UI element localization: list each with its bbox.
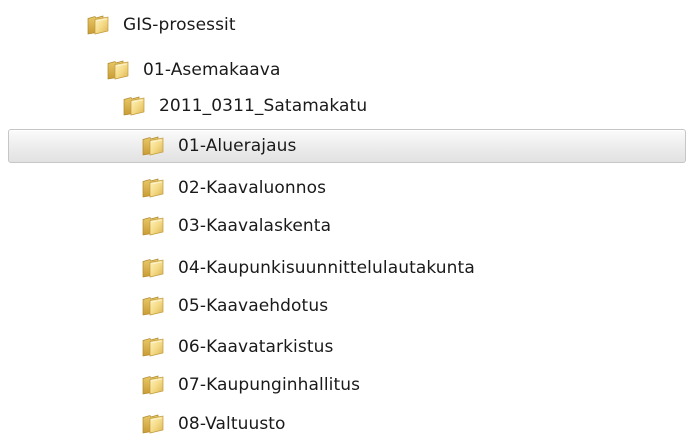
folder-icon: [141, 414, 165, 434]
folder-icon: [141, 216, 165, 236]
tree-item-label: 2011_0311_Satamakatu: [159, 96, 368, 116]
folder-icon: [141, 375, 165, 395]
folder-icon: [86, 15, 110, 35]
tree-item-08-valtuusto[interactable]: 08-Valtuusto: [141, 407, 286, 439]
folder-icon: [141, 337, 165, 357]
tree-item-label: 07-Kaupunginhallitus: [178, 375, 361, 395]
tree-item-06-kaavatarkistus[interactable]: 06-Kaavatarkistus: [141, 330, 333, 364]
tree-item-gis-prosessit[interactable]: GIS-prosessit: [86, 8, 236, 42]
tree-item-07-kaupunginhallitus[interactable]: 07-Kaupunginhallitus: [141, 368, 360, 402]
folder-icon: [141, 178, 165, 198]
tree-item-03-kaavalaskenta[interactable]: 03-Kaavalaskenta: [141, 209, 331, 243]
folder-tree: GIS-prosessit 01-Asemakaava 2011_0311_Sa…: [0, 0, 688, 439]
tree-item-label: 02-Kaavaluonnos: [178, 178, 327, 198]
folder-icon: [141, 136, 165, 156]
tree-item-05-kaavaehdotus[interactable]: 05-Kaavaehdotus: [141, 289, 328, 323]
tree-item-label: GIS-prosessit: [123, 15, 236, 35]
tree-item-2011-0311-satamakatu[interactable]: 2011_0311_Satamakatu: [122, 89, 367, 123]
tree-item-label: 03-Kaavalaskenta: [178, 216, 332, 236]
tree-item-04-kaupunkisuunnittelulautakunta[interactable]: 04-Kaupunkisuunnittelulautakunta: [141, 251, 475, 285]
tree-item-02-kaavaluonnos[interactable]: 02-Kaavaluonnos: [141, 171, 326, 205]
tree-item-label: 08-Valtuusto: [178, 414, 286, 434]
tree-item-label: 04-Kaupunkisuunnittelulautakunta: [178, 258, 475, 278]
tree-item-label: 01-Asemakaava: [143, 60, 281, 80]
tree-item-label: 01-Aluerajaus: [178, 136, 297, 156]
tree-item-label: 06-Kaavatarkistus: [178, 337, 334, 357]
tree-item-01-asemakaava[interactable]: 01-Asemakaava: [106, 53, 280, 87]
folder-icon: [122, 96, 146, 116]
folder-icon: [141, 296, 165, 316]
tree-item-label: 05-Kaavaehdotus: [178, 296, 329, 316]
folder-icon: [106, 60, 130, 80]
tree-item-01-aluerajaus[interactable]: 01-Aluerajaus: [8, 129, 686, 163]
folder-icon: [141, 258, 165, 278]
